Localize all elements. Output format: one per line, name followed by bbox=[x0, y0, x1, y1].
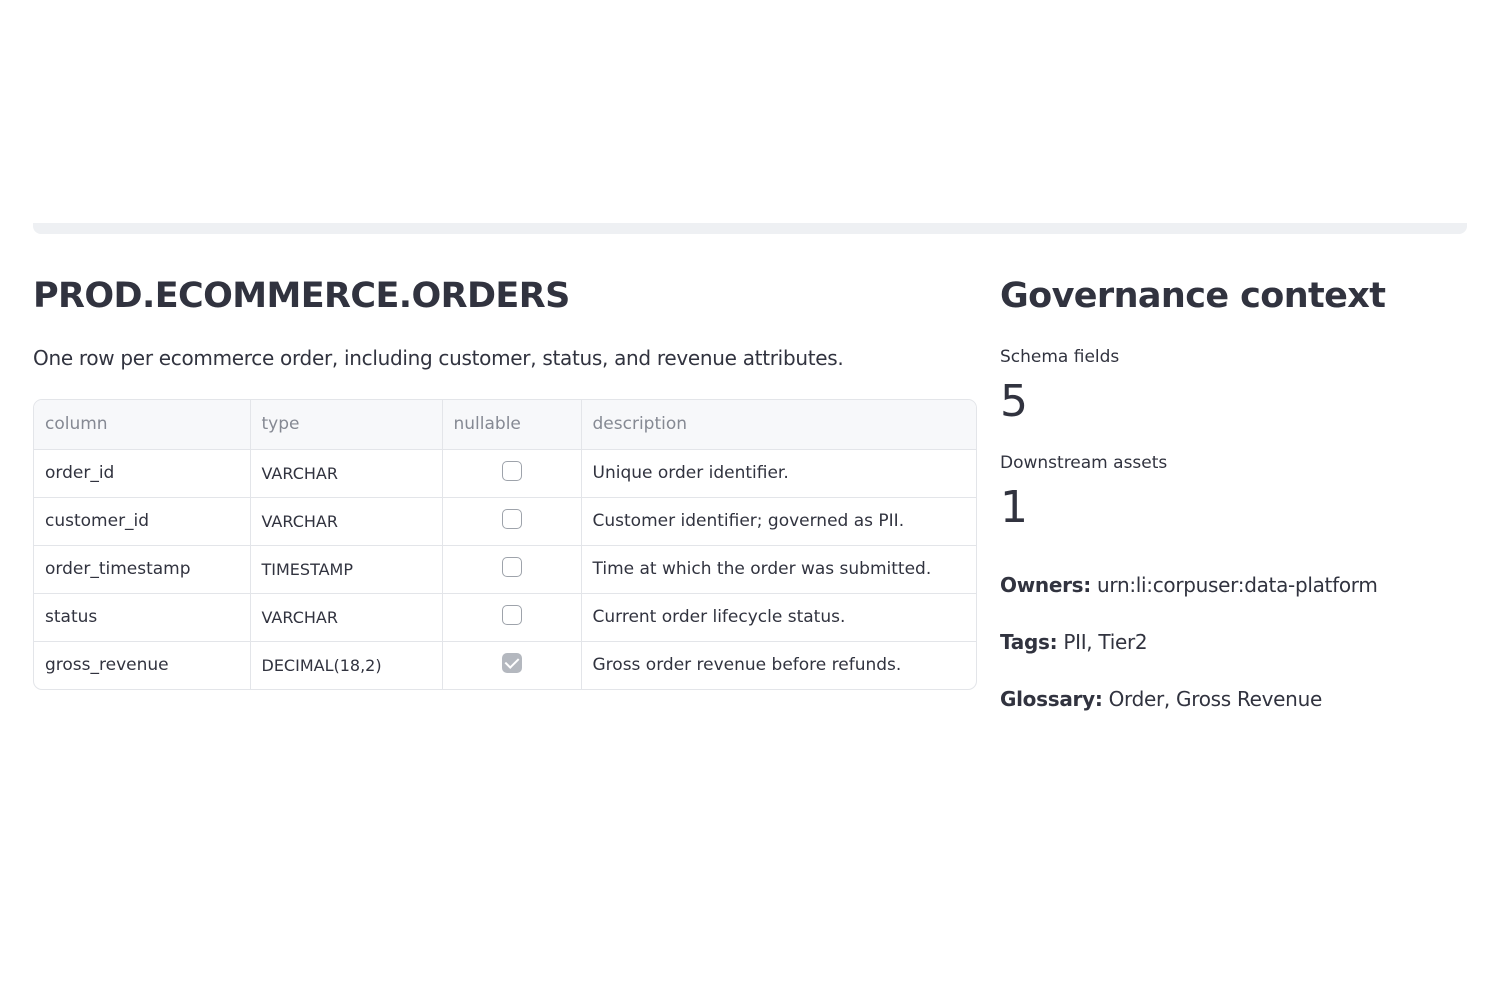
cell-type[interactable]: VARCHAR bbox=[250, 449, 443, 498]
cell-description[interactable]: Customer identifier; governed as PII. bbox=[581, 497, 976, 546]
cell-nullable[interactable] bbox=[442, 545, 582, 594]
tags-value: PII, Tier2 bbox=[1063, 630, 1148, 654]
cell-column[interactable]: order_timestamp bbox=[34, 545, 251, 594]
top-divider bbox=[33, 223, 1467, 234]
cell-description[interactable]: Time at which the order was submitted. bbox=[581, 545, 976, 594]
table-header-row: column type nullable description bbox=[34, 400, 976, 450]
governance-title: Governance context bbox=[1000, 276, 1386, 316]
nullable-checkbox[interactable] bbox=[501, 557, 522, 577]
table-row[interactable]: customer_id VARCHAR Customer identifier;… bbox=[34, 497, 976, 546]
schema-fields-value: 5 bbox=[1000, 376, 1028, 427]
table-row[interactable]: order_timestamp TIMESTAMP Time at which … bbox=[34, 545, 976, 594]
downstream-assets-label: Downstream assets bbox=[1000, 453, 1168, 473]
cell-nullable[interactable] bbox=[442, 497, 582, 546]
page-title: PROD.ECOMMERCE.ORDERS bbox=[33, 276, 570, 316]
cell-column[interactable]: customer_id bbox=[34, 497, 251, 546]
glossary-value: Order, Gross Revenue bbox=[1108, 687, 1323, 711]
table-row[interactable]: gross_revenue DECIMAL(18,2) Gross order … bbox=[34, 641, 976, 689]
cell-column[interactable]: gross_revenue bbox=[34, 641, 251, 689]
cell-nullable[interactable] bbox=[442, 641, 582, 689]
table-row[interactable]: order_id VARCHAR Unique order identifier… bbox=[34, 449, 976, 498]
cell-nullable[interactable] bbox=[442, 593, 582, 642]
column-header-description[interactable]: description bbox=[581, 400, 976, 450]
schema-table: column type nullable description order_i… bbox=[33, 399, 977, 690]
dataset-panel: PROD.ECOMMERCE.ORDERS One row per ecomme… bbox=[33, 276, 977, 690]
table-row[interactable]: status VARCHAR Current order lifecycle s… bbox=[34, 593, 976, 642]
cell-type[interactable]: VARCHAR bbox=[250, 593, 443, 642]
glossary-line: Glossary: Order, Gross Revenue bbox=[1000, 685, 1470, 713]
cell-type[interactable]: DECIMAL(18,2) bbox=[250, 641, 443, 689]
nullable-checkbox[interactable] bbox=[501, 461, 522, 481]
cell-column[interactable]: order_id bbox=[34, 449, 251, 498]
column-header-nullable[interactable]: nullable bbox=[442, 400, 582, 450]
cell-column[interactable]: status bbox=[34, 593, 251, 642]
cell-description[interactable]: Current order lifecycle status. bbox=[581, 593, 976, 642]
column-header-column[interactable]: column bbox=[34, 400, 251, 450]
cell-description[interactable]: Gross order revenue before refunds. bbox=[581, 641, 976, 689]
tags-line: Tags: PII, Tier2 bbox=[1000, 628, 1470, 656]
dataset-description: One row per ecommerce order, including c… bbox=[33, 346, 844, 370]
cell-type[interactable]: TIMESTAMP bbox=[250, 545, 443, 594]
schema-fields-label: Schema fields bbox=[1000, 347, 1120, 367]
nullable-checkbox[interactable] bbox=[501, 653, 522, 674]
owners-label: Owners: bbox=[1000, 573, 1091, 597]
cell-nullable[interactable] bbox=[442, 449, 582, 498]
glossary-label: Glossary: bbox=[1000, 687, 1103, 711]
cell-type[interactable]: VARCHAR bbox=[250, 497, 443, 546]
governance-panel: Governance context Schema fields 5 Downs… bbox=[1000, 276, 1470, 713]
column-header-type[interactable]: type bbox=[250, 400, 443, 450]
nullable-checkbox[interactable] bbox=[501, 605, 522, 625]
owners-line: Owners: urn:li:corpuser:data-platform bbox=[1000, 571, 1470, 599]
owners-value: urn:li:corpuser:data-platform bbox=[1097, 573, 1378, 597]
nullable-checkbox[interactable] bbox=[501, 509, 522, 529]
tags-label: Tags: bbox=[1000, 630, 1058, 654]
cell-description[interactable]: Unique order identifier. bbox=[581, 449, 976, 498]
downstream-assets-value: 1 bbox=[1000, 482, 1028, 533]
